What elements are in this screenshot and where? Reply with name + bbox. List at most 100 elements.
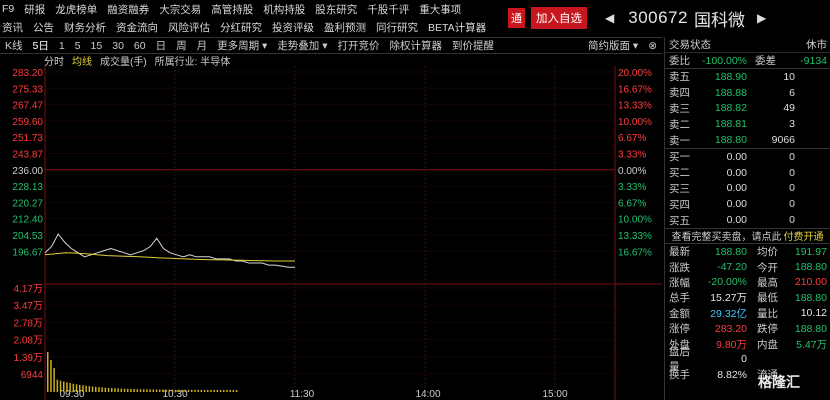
menu-item[interactable]: 大宗交易 xyxy=(154,2,206,17)
title-bar: 通 加入自选 ◀ 300672 国科微 ▶ xyxy=(508,4,772,32)
volume-tick-label: 3.47万 xyxy=(14,301,43,312)
order-row: 买二 0.00 0 xyxy=(665,165,830,181)
menu-item[interactable]: F9 xyxy=(2,3,19,15)
pct-tick-label: 6.67% xyxy=(618,133,646,144)
pct-tick-label: 10.00% xyxy=(618,117,652,128)
toolbar-item[interactable]: 周 xyxy=(171,38,192,53)
price-tick-label: 228.13 xyxy=(12,182,43,193)
volume-bar xyxy=(191,389,193,392)
price-tick-label: 243.87 xyxy=(12,150,43,161)
pct-tick-label: 13.33% xyxy=(618,231,652,242)
menu-item[interactable]: 分红研究 xyxy=(215,20,267,35)
volume-bar xyxy=(178,389,180,392)
full-orderbook-bar[interactable]: 查看完整买卖盘，请点此 付费开通 xyxy=(665,227,830,244)
volume-bar xyxy=(162,389,164,392)
volume-bar xyxy=(75,384,78,392)
menu-item[interactable]: 高管持股 xyxy=(206,2,258,17)
price-tick-label: 251.73 xyxy=(12,133,43,144)
volume-bar xyxy=(59,380,62,392)
menu-item[interactable]: 融资融券 xyxy=(102,2,154,17)
volume-bar xyxy=(88,386,91,392)
order-level: 买三 xyxy=(669,182,690,195)
stat-row: 涨跌 -47.20 今开 188.80 xyxy=(665,259,830,274)
volume-bar xyxy=(66,382,68,392)
intraday-chart[interactable]: 283.20 20.00% 275.33 16.67% 267.47 13.33% 259.… xyxy=(0,66,662,400)
stat-label: 换手 xyxy=(669,369,690,382)
order-price: 0.00 xyxy=(726,182,747,195)
tong-button[interactable]: 通 xyxy=(508,8,525,28)
toolbar-item[interactable]: 到价提醒 xyxy=(447,38,499,53)
order-level: 买五 xyxy=(669,214,690,227)
volume-bar xyxy=(219,389,222,392)
time-tick-label: 15:00 xyxy=(542,389,567,400)
order-row: 卖二 188.81 3 xyxy=(665,116,830,132)
next-stock-icon[interactable]: ▶ xyxy=(757,11,766,25)
layout-select[interactable]: 简约版面 ▾ xyxy=(583,38,643,53)
menu-item[interactable]: 盈利预测 xyxy=(319,20,371,35)
full-orderbook-text: 查看完整买卖盘，请点此 xyxy=(671,232,782,244)
order-level: 卖三 xyxy=(669,102,690,115)
order-qty: 10 xyxy=(783,70,795,83)
volume-bar xyxy=(184,389,187,392)
order-qty: 0 xyxy=(789,214,795,227)
add-watchlist-button[interactable]: 加入自选 xyxy=(531,7,587,29)
menu-item[interactable]: 公告 xyxy=(28,20,59,35)
watermark-logo: 格隆汇 xyxy=(758,374,800,390)
toolbar-item[interactable]: 日 xyxy=(151,38,172,53)
menu-item[interactable]: 重大事项 xyxy=(414,2,466,17)
menu-item[interactable]: 机构持股 xyxy=(258,2,310,17)
menu-item[interactable]: 财务分析 xyxy=(59,20,111,35)
toolbar-item[interactable]: 15 xyxy=(86,40,108,52)
menu-item[interactable]: 投资评级 xyxy=(267,20,319,35)
menu-item[interactable]: 风险评估 xyxy=(163,20,215,35)
toolbar-item[interactable]: 30 xyxy=(107,40,129,52)
pct-tick-label: 3.33% xyxy=(618,150,646,161)
menu-item[interactable]: 资金流向 xyxy=(111,20,163,35)
stat-label: 最高 xyxy=(757,276,778,289)
menu-item[interactable]: 同行研究 xyxy=(371,20,423,35)
toolbar-item[interactable]: 月 xyxy=(192,38,213,53)
menu-item[interactable]: 研报 xyxy=(19,2,50,17)
prev-stock-icon[interactable]: ◀ xyxy=(605,11,614,25)
menu-item[interactable]: BETA计算器 xyxy=(423,20,491,35)
volume-bar xyxy=(155,389,158,392)
chart-toolbar: K线 5日 1 5 15 30 60 日周月更多周期 ▾ 走势叠加 ▾ 打开竞价 除权计算器 到价提醒… xyxy=(0,37,662,54)
trade-status-header: 交易状态 休市 xyxy=(665,37,830,53)
volume-tick-label: 4.17万 xyxy=(14,284,43,295)
diff-label: 委差 xyxy=(755,55,776,67)
order-row: 卖一 188.80 9066 xyxy=(665,132,830,148)
toolbar-item[interactable]: K线 xyxy=(0,38,28,53)
stock-name: 国科微 xyxy=(693,10,745,30)
price-tick-label: 212.40 xyxy=(12,215,43,226)
volume-tick-label: 6944 xyxy=(21,370,44,381)
toolbar-item[interactable]: 除权计算器 xyxy=(385,38,448,53)
volume-bar xyxy=(104,387,107,392)
paid-open-link[interactable]: 付费开通 xyxy=(784,228,824,243)
ratio-value: -100.00% xyxy=(702,54,747,67)
menu-item[interactable]: 千股千评 xyxy=(362,2,414,17)
menu-item[interactable]: 龙虎榜单 xyxy=(50,2,102,17)
order-price: 188.81 xyxy=(714,118,747,131)
close-icon[interactable]: ⊗ xyxy=(643,40,662,52)
stat-label: 今开 xyxy=(757,261,778,274)
toolbar-item[interactable]: 5日 xyxy=(28,38,54,53)
stat-value: -20.00% xyxy=(707,276,747,289)
toolbar-item[interactable]: 5 xyxy=(70,40,86,52)
volume-bar xyxy=(127,388,129,392)
menu-item[interactable]: 股东研究 xyxy=(310,2,362,17)
order-qty: 0 xyxy=(789,198,795,211)
order-qty: 3 xyxy=(789,118,795,131)
order-qty: 49 xyxy=(783,102,795,115)
order-price: 0.00 xyxy=(726,150,747,163)
order-row: 卖四 188.88 6 xyxy=(665,85,830,101)
toolbar-item[interactable]: 打开竞价 xyxy=(333,38,385,53)
menu-item[interactable]: 资讯 xyxy=(2,20,28,35)
toolbar-item[interactable]: 走势叠加 ▾ xyxy=(272,38,332,53)
stock-code: 300672 xyxy=(628,8,688,27)
stat-label: 最新 xyxy=(669,246,690,259)
order-row: 买五 0.00 0 xyxy=(665,212,830,228)
toolbar-item[interactable]: 更多周期 ▾ xyxy=(212,38,272,53)
toolbar-item[interactable]: 1 xyxy=(54,40,70,52)
menu-row-2: 资讯 公告 财务分析 资金流向 风险评估 分红研究 投资评级 盈利预测 同行研究 BETA计算器 xyxy=(0,18,500,36)
toolbar-item[interactable]: 60 xyxy=(129,40,151,52)
